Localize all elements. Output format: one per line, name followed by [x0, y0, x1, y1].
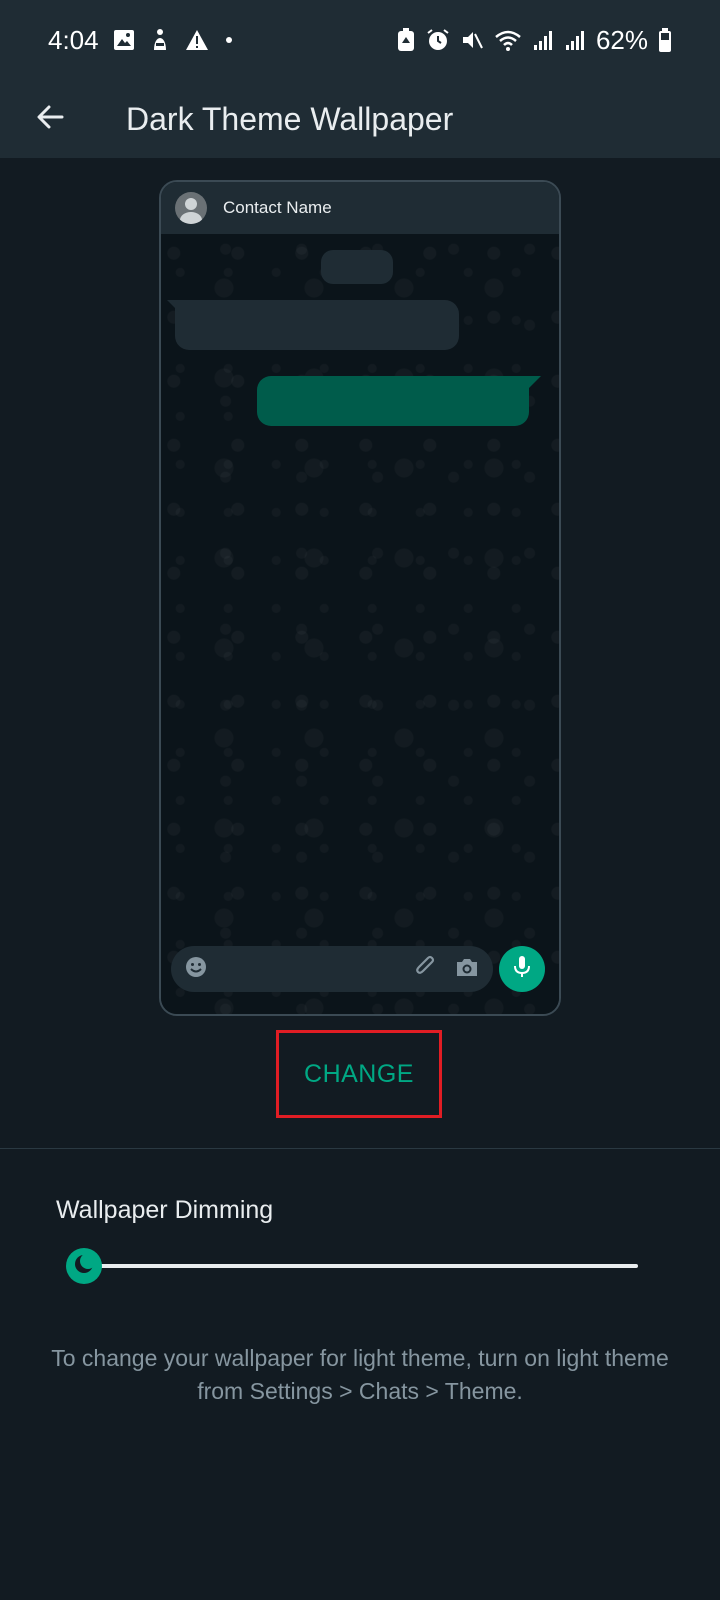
battery-icon [658, 27, 672, 53]
mic-icon [513, 955, 531, 984]
light-theme-hint: To change your wallpaper for light theme… [51, 1345, 669, 1404]
camera-icon [455, 956, 479, 983]
slider-track[interactable] [84, 1264, 638, 1268]
status-right: 62% [396, 25, 672, 56]
compose-actions [415, 955, 479, 984]
wifi-icon [494, 28, 522, 52]
emoji-icon [185, 956, 207, 983]
preview-incoming-bubble [167, 300, 459, 350]
warning-icon [185, 29, 209, 51]
slider-thumb[interactable] [66, 1248, 102, 1284]
attach-icon [415, 955, 437, 984]
signal-icon [564, 29, 586, 51]
alarm-icon [426, 28, 450, 52]
wallpaper-preview: Contact Name [159, 180, 561, 1016]
preview-compose-bar [171, 946, 493, 992]
status-left: 4:04 [48, 25, 235, 56]
change-wallpaper-button[interactable]: CHANGE [276, 1030, 442, 1118]
gallery-icon [113, 29, 135, 51]
preview-chat-body [161, 234, 559, 1014]
preview-mic-button [499, 946, 545, 992]
status-bar: 4:04 62% [0, 0, 720, 80]
back-button[interactable] [20, 89, 80, 149]
battery-level: 62% [595, 24, 648, 55]
preview-date-pill [321, 250, 393, 284]
battery-saver-icon [396, 27, 416, 53]
back-arrow-icon [35, 102, 65, 137]
accessibility-icon [149, 28, 171, 52]
signal-icon [532, 29, 554, 51]
wallpaper-dimming-slider[interactable] [66, 1248, 638, 1284]
change-button-label: CHANGE [304, 1059, 414, 1088]
mute-icon [460, 28, 484, 52]
preview-outgoing-bubble [257, 376, 541, 426]
preview-contact-name: Contact Name [223, 198, 332, 217]
status-time: 4:04 [48, 24, 99, 55]
app-bar: Dark Theme Wallpaper [0, 80, 720, 158]
avatar [175, 192, 207, 224]
dot-icon [223, 34, 235, 46]
preview-header: Contact Name [161, 182, 559, 234]
divider [0, 1148, 720, 1149]
moon-icon [72, 1252, 96, 1281]
page-title: Dark Theme Wallpaper [126, 100, 454, 137]
wallpaper-dimming-label: Wallpaper Dimming [56, 1196, 274, 1224]
